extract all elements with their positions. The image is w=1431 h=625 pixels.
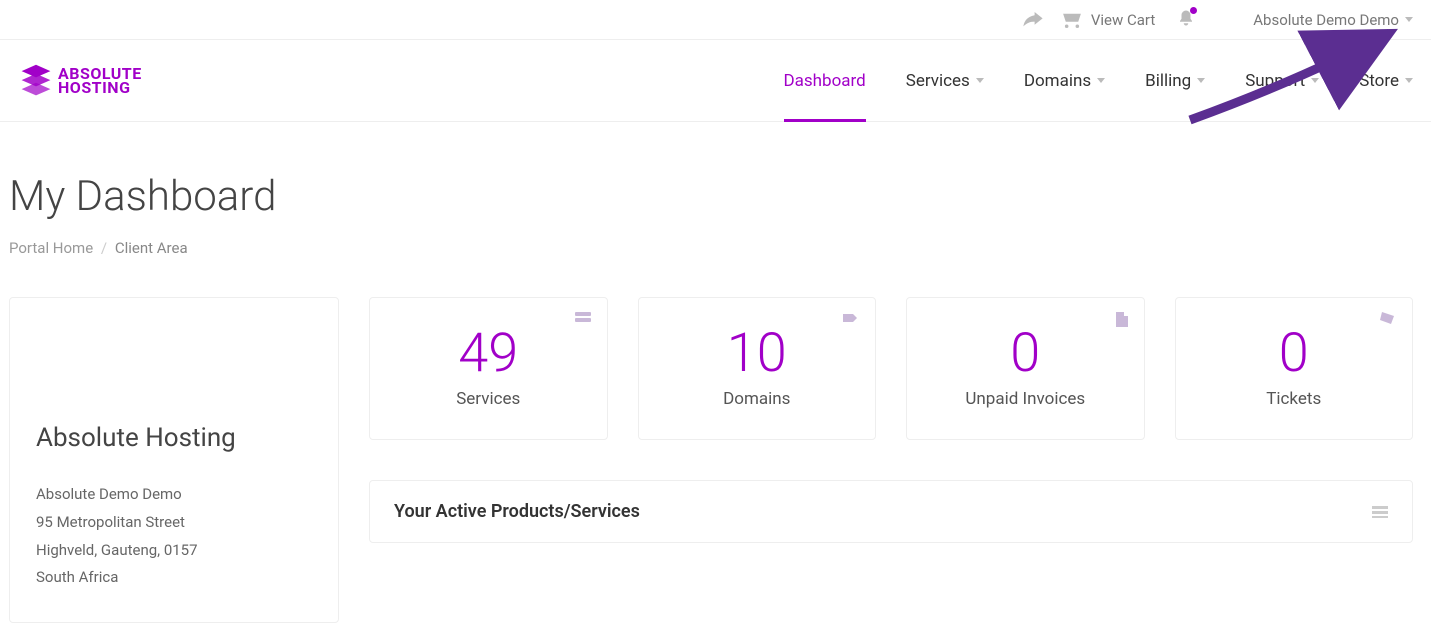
nav-billing-label: Billing [1145,71,1191,91]
breadcrumb-current: Client Area [115,239,188,257]
user-name-label: Absolute Demo Demo [1253,11,1399,29]
active-products-panel: Your Active Products/Services [369,480,1413,543]
cart-icon [1061,12,1083,28]
stat-invoices-label: Unpaid Invoices [925,389,1126,409]
nav-support[interactable]: Support [1245,40,1319,121]
nav-dashboard-label: Dashboard [784,71,866,91]
main-nav: Dashboard Services Domains Billing Suppo… [784,40,1414,121]
chevron-down-icon [1197,78,1205,83]
view-cart-label: View Cart [1091,11,1155,29]
stat-domains-count: 10 [657,322,858,385]
profile-company: Absolute Hosting [36,423,312,453]
nav-services-label: Services [906,71,970,91]
breadcrumb-home[interactable]: Portal Home [9,239,93,257]
view-cart-link[interactable]: View Cart [1061,11,1155,29]
stat-card-invoices[interactable]: 0 Unpaid Invoices [906,297,1145,440]
server-icon [575,312,591,324]
nav-services[interactable]: Services [906,40,984,121]
main-column: 49 Services 10 Domains 0 Unpaid Invoices [369,297,1413,543]
stat-tickets-label: Tickets [1194,389,1395,409]
stat-card-tickets[interactable]: 0 Tickets [1175,297,1414,440]
user-menu[interactable]: Absolute Demo Demo [1253,11,1413,29]
stat-services-count: 49 [388,322,589,385]
notification-dot [1190,7,1197,14]
topbar: View Cart Absolute Demo Demo [0,0,1431,40]
profile-street: 95 Metropolitan Street [36,509,312,537]
stats-row: 49 Services 10 Domains 0 Unpaid Invoices [369,297,1413,440]
nav-billing[interactable]: Billing [1145,40,1205,121]
nav-store-label: Store [1359,71,1399,91]
nav-domains-label: Domains [1024,71,1091,91]
stat-services-label: Services [388,389,589,409]
stat-card-services[interactable]: 49 Services [369,297,608,440]
list-icon[interactable] [1372,506,1388,518]
profile-name: Absolute Demo Demo [36,481,312,509]
brand-logo[interactable]: ABSOLUTE HOSTING [18,63,142,99]
nav-dashboard[interactable]: Dashboard [784,40,866,121]
chevron-down-icon [1097,78,1105,83]
stat-invoices-count: 0 [925,322,1126,385]
nav-store[interactable]: Store [1359,40,1413,121]
stat-domains-label: Domains [657,389,858,409]
tag-icon [843,312,859,324]
page-title: My Dashboard [9,172,1413,221]
logo-text: ABSOLUTE HOSTING [58,67,142,94]
active-products-title: Your Active Products/Services [394,501,640,522]
breadcrumb-separator: / [101,239,107,257]
content: Absolute Hosting Absolute Demo Demo 95 M… [0,287,1431,623]
profile-card: Absolute Hosting Absolute Demo Demo 95 M… [9,297,339,623]
header: ABSOLUTE HOSTING Dashboard Services Doma… [0,40,1431,122]
logo-icon [18,63,54,99]
nav-domains[interactable]: Domains [1024,40,1105,121]
breadcrumb: Portal Home / Client Area [9,239,1413,257]
chevron-down-icon [976,78,984,83]
ticket-icon [1380,312,1396,324]
stat-tickets-count: 0 [1194,322,1395,385]
share-icon[interactable] [1023,12,1043,28]
chevron-down-icon [1405,78,1413,83]
profile-city: Highveld, Gauteng, 0157 [36,537,312,565]
notifications-button[interactable] [1177,9,1195,31]
chevron-down-icon [1311,78,1319,83]
profile-country: South Africa [36,564,312,592]
page-head: My Dashboard Portal Home / Client Area [0,122,1431,287]
chevron-down-icon [1405,17,1413,22]
stat-card-domains[interactable]: 10 Domains [638,297,877,440]
nav-support-label: Support [1245,71,1305,91]
file-icon [1116,312,1128,327]
